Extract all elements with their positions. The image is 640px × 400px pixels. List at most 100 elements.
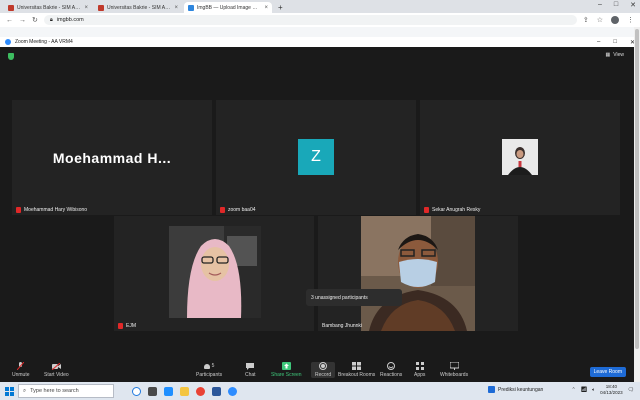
share-screen-label: Share Screen	[271, 372, 302, 378]
participant-tile-2[interactable]: Z zoom baa04	[216, 100, 416, 215]
apps-button[interactable]: Apps	[414, 362, 425, 378]
word-icon[interactable]	[212, 386, 221, 396]
maximize-icon[interactable]: □	[614, 1, 618, 9]
security-shield-icon[interactable]	[8, 53, 14, 60]
close-tab-icon[interactable]: ×	[174, 5, 178, 11]
participant-tile-3[interactable]: Sekar Anugrah Resky	[420, 100, 620, 215]
weather-text: Prediksi keuntungan	[498, 386, 544, 393]
speaker-icon[interactable]: 🔈︎	[592, 387, 595, 393]
lock-icon: 🔒︎	[49, 16, 53, 23]
forward-icon[interactable]: →	[19, 17, 26, 24]
close-tab-icon[interactable]: ×	[84, 5, 88, 11]
reactions-button[interactable]: Reactions	[380, 362, 402, 378]
imgbb-page-background	[0, 27, 640, 37]
maximize-icon[interactable]: □	[613, 39, 617, 46]
zoom-logo-icon	[5, 39, 11, 45]
breakout-rooms-icon	[352, 362, 362, 370]
close-icon[interactable]: ✕	[630, 1, 636, 9]
system-tray: ⌃ 📶︎ 🔈︎ 18:40 04/13/2023 🗨︎	[572, 384, 634, 396]
share-screen-button[interactable]: Share Screen	[271, 362, 302, 378]
participant-tile-5[interactable]: Bambang Jhunnki	[318, 216, 518, 331]
participant-name: EJM	[126, 323, 136, 329]
share-screen-icon	[281, 362, 291, 370]
close-tab-icon[interactable]: ×	[264, 5, 268, 11]
participant-name: Sekar Anugrah Resky	[432, 207, 481, 213]
profile-avatar[interactable]	[611, 16, 619, 24]
view-label: View	[613, 52, 624, 58]
tab-title: Universitas Bakrie - SIM Akademi...	[107, 4, 171, 11]
taskbar-clock[interactable]: 18:40 04/13/2023	[600, 384, 623, 396]
address-bar[interactable]: 🔒︎ imgbb.com	[43, 15, 577, 25]
whiteboards-button[interactable]: Whiteboards	[440, 362, 468, 378]
meeting-toolbar: Unmute Start Video 5 Participants Chat S…	[0, 360, 634, 382]
unmute-button[interactable]: Unmute	[12, 362, 30, 378]
participant-display-name: Moehammad H...	[52, 149, 172, 166]
minimize-icon[interactable]: –	[597, 39, 600, 46]
record-label: Record	[315, 372, 332, 378]
zoom-app-icon[interactable]	[228, 386, 237, 396]
notifications-icon[interactable]: 🗨︎	[628, 387, 634, 393]
weather-widget[interactable]: Prediksi keuntungan	[488, 386, 543, 393]
browser-window-controls: – □ ✕	[598, 1, 636, 9]
browser-tab-2[interactable]: Universitas Bakrie - SIM Akademi... ×	[94, 2, 182, 13]
pinned-apps	[132, 386, 237, 396]
chrome-icon[interactable]	[196, 386, 205, 396]
minimize-icon[interactable]: –	[598, 1, 602, 9]
video-off-icon	[51, 362, 61, 370]
participant-name: Moehammad Hary Wibisono	[24, 207, 88, 213]
task-view-icon[interactable]	[148, 386, 157, 396]
record-icon	[319, 362, 328, 370]
record-button[interactable]: Record	[311, 362, 336, 378]
scrollbar-thumb[interactable]	[635, 29, 639, 349]
unassigned-participants-banner[interactable]: 3 unassigned participants	[306, 289, 402, 306]
edge-icon[interactable]	[164, 386, 173, 396]
browser-tab-3[interactable]: ImgBB — Upload Image — Free... ×	[184, 2, 272, 13]
wifi-icon[interactable]: 📶︎	[581, 387, 587, 393]
smiley-icon	[387, 362, 396, 370]
breakout-rooms-label: Breakout Rooms	[338, 372, 376, 378]
whiteboards-label: Whiteboards	[440, 372, 469, 378]
chat-icon	[246, 362, 255, 370]
university-favicon-icon	[98, 4, 104, 11]
chat-button[interactable]: Chat	[245, 362, 256, 378]
participant-tile-4[interactable]: EJM	[114, 216, 314, 331]
start-video-button[interactable]: Start Video	[44, 362, 69, 378]
bookmark-star-icon[interactable]: ☆	[597, 16, 603, 24]
file-explorer-icon[interactable]	[180, 386, 189, 396]
muted-mic-icon	[16, 207, 21, 213]
view-button[interactable]: ▦ View	[606, 52, 624, 58]
zoom-window-title: Zoom Meeting - AA VRM4	[15, 39, 73, 45]
participant-tile-1[interactable]: Moehammad H... Moehammad Hary Wibisono	[12, 100, 212, 215]
start-video-label: Start Video	[44, 372, 69, 378]
cortana-icon[interactable]	[132, 386, 141, 396]
share-icon[interactable]: ⇪	[583, 16, 589, 24]
windows-start-button[interactable]	[0, 386, 18, 396]
participant-video	[361, 216, 475, 331]
reload-icon[interactable]: ↻	[32, 16, 38, 24]
chevron-up-icon[interactable]: ⌃	[572, 387, 576, 393]
apps-icon	[415, 362, 424, 370]
muted-mic-icon	[118, 323, 123, 329]
leave-room-button[interactable]: Leave Room	[589, 367, 626, 377]
whiteboard-icon	[449, 362, 459, 370]
participants-button[interactable]: 5 Participants	[196, 362, 222, 378]
participants-count: 5	[211, 363, 215, 369]
news-icon	[488, 386, 495, 393]
tab-title: Universitas Bakrie - SIM Akademi...	[17, 4, 81, 11]
participant-photo	[502, 139, 538, 175]
participants-icon: 5	[203, 362, 215, 370]
browser-tab-1[interactable]: Universitas Bakrie - SIM Akademi... ×	[4, 2, 92, 13]
back-icon[interactable]: ←	[6, 17, 13, 24]
windows-logo-icon	[4, 386, 14, 396]
page-scrollbar[interactable]	[634, 27, 640, 382]
url-text: imgbb.com	[56, 17, 84, 23]
menu-icon[interactable]: ⋮	[627, 16, 634, 24]
unmute-label: Unmute	[12, 372, 30, 378]
new-tab-button[interactable]: +	[274, 2, 287, 13]
zoom-title-bar: Zoom Meeting - AA VRM4 – □ ✕	[0, 37, 640, 47]
participant-name: Bambang Jhunnki	[322, 323, 363, 329]
breakout-rooms-button[interactable]: Breakout Rooms	[338, 362, 375, 378]
taskbar-search-box[interactable]: ⌕ Type here to search	[18, 384, 114, 398]
windows-taskbar: ⌕ Type here to search Prediksi keuntunga…	[0, 382, 640, 400]
university-favicon-icon	[8, 4, 14, 11]
